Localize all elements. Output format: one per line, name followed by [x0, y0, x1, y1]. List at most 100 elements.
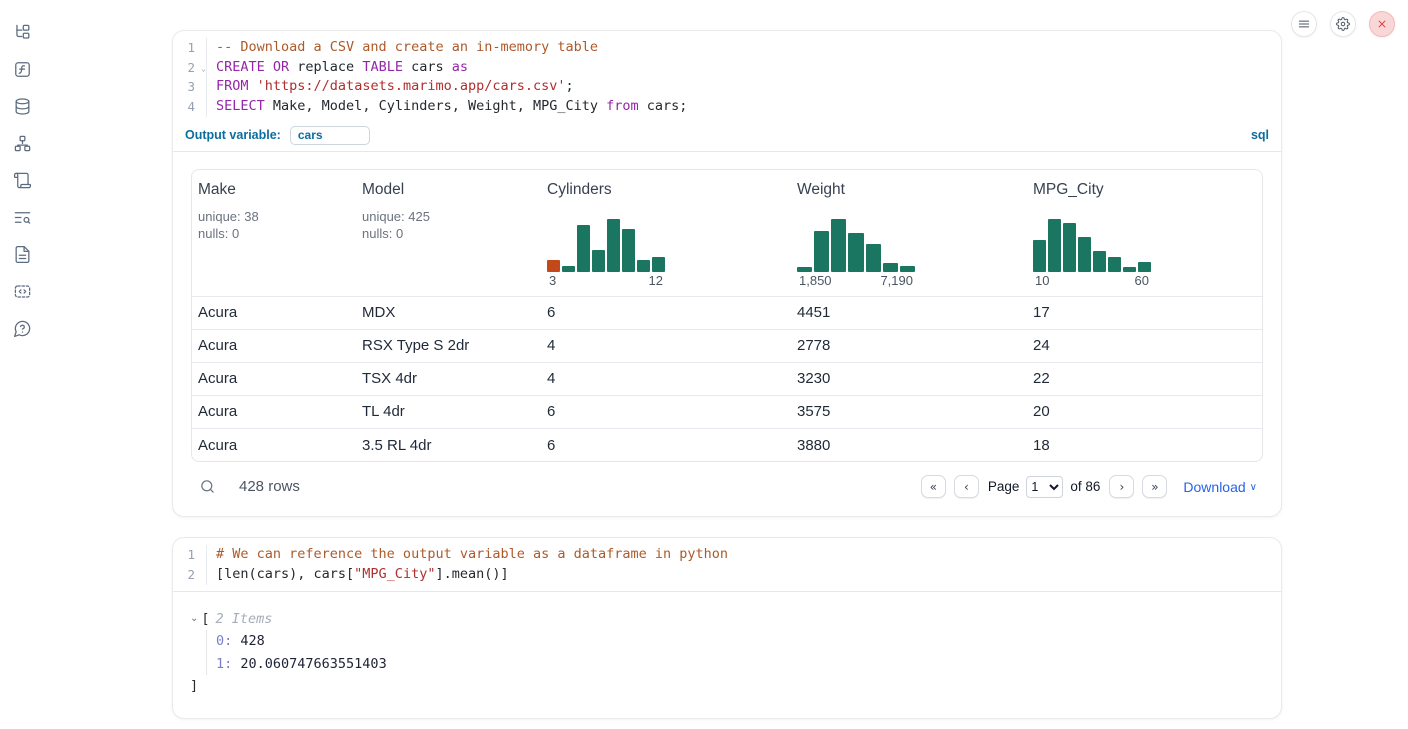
column-histogram: 1,850 7,190 — [797, 219, 915, 288]
sql-code-editor[interactable]: 1-- Download a CSV and create an in-memo… — [173, 31, 1281, 123]
code-token: TABLE — [362, 59, 403, 75]
sidebar-item-dependency-graph[interactable] — [11, 132, 33, 154]
histogram-bar — [1033, 240, 1046, 272]
sidebar-item-documentation[interactable] — [11, 243, 33, 265]
column-stat: nulls: 0 — [362, 225, 535, 242]
tree-entry: 1: 20.060747663551403 — [216, 653, 1265, 676]
menu-button[interactable] — [1291, 11, 1317, 37]
histogram-min-label: 1,850 — [799, 273, 832, 288]
settings-button[interactable] — [1330, 11, 1356, 37]
line-number: 2 — [173, 565, 207, 585]
histogram-bar — [1108, 257, 1121, 272]
code-text: # We can reference the output variable a… — [207, 545, 728, 565]
sidebar-item-help[interactable] — [11, 317, 33, 339]
column-stats: unique: 38nulls: 0 — [198, 208, 350, 242]
graph-icon — [13, 134, 32, 153]
page-select[interactable]: 1 — [1026, 476, 1063, 498]
code-line[interactable]: 2[len(cars), cars["MPG_City"].mean()] — [173, 565, 1281, 585]
column-summary: unique: 38nulls: 0 — [198, 208, 350, 288]
tree-entry-value: 428 — [232, 633, 265, 649]
download-button[interactable]: Download ∨ — [1183, 479, 1257, 495]
table-cell: Acura — [192, 329, 356, 362]
code-token: # We can reference the output variable a… — [216, 546, 728, 562]
sidebar-item-snippets[interactable] — [11, 280, 33, 302]
sidebar-item-file-explorer[interactable] — [11, 21, 33, 43]
column-stat: nulls: 0 — [198, 225, 350, 242]
page-total-label: of 86 — [1070, 479, 1100, 494]
histogram-bar — [1093, 251, 1106, 272]
sidebar-item-variables[interactable] — [11, 58, 33, 80]
histogram-bar — [562, 266, 575, 272]
column-name: MPG_City — [1033, 181, 1256, 199]
output-variable-bar: Output variable: sql — [173, 123, 1281, 152]
code-line[interactable]: 3FROM 'https://datasets.marimo.app/cars.… — [173, 77, 1281, 97]
row-count: 428 rows — [239, 478, 300, 495]
histogram-bar — [1048, 219, 1061, 272]
next-page-button[interactable]: › — [1109, 475, 1134, 498]
table-search-button[interactable] — [199, 478, 216, 495]
sql-cell-output: Makeunique: 38nulls: 0Modelunique: 425nu… — [173, 152, 1281, 517]
code-text: SELECT Make, Model, Cylinders, Weight, M… — [207, 97, 687, 117]
shutdown-button[interactable] — [1369, 11, 1395, 37]
code-line[interactable]: 2⌄CREATE OR replace TABLE cars as — [173, 58, 1281, 78]
code-snippet-icon — [13, 282, 32, 301]
search-list-icon — [13, 208, 32, 227]
data-table: Makeunique: 38nulls: 0Modelunique: 425nu… — [192, 170, 1262, 462]
table-cell: 17 — [1027, 296, 1262, 329]
histogram-max-label: 7,190 — [880, 273, 913, 288]
code-text: -- Download a CSV and create an in-memor… — [207, 38, 598, 58]
table-cell: Acura — [192, 296, 356, 329]
line-number: 1 — [173, 38, 207, 58]
column-header[interactable]: Modelunique: 425nulls: 0 — [356, 170, 541, 297]
code-line[interactable]: 1-- Download a CSV and create an in-memo… — [173, 38, 1281, 58]
column-histogram: 1060 — [1033, 219, 1151, 288]
table-cell: 4 — [541, 329, 791, 362]
first-page-button[interactable]: « — [921, 475, 946, 498]
histogram-bar — [1123, 267, 1136, 272]
histogram-bar — [797, 267, 812, 272]
prev-page-button[interactable]: ‹ — [954, 475, 979, 498]
topbar — [1291, 11, 1395, 37]
tree-open-bracket: [ — [201, 608, 209, 631]
histogram-bars — [797, 219, 915, 272]
table-cell: Acura — [192, 395, 356, 428]
fold-chevron-icon[interactable]: ⌄ — [201, 59, 206, 79]
column-header[interactable]: MPG_City 1060 — [1027, 170, 1262, 297]
table-cell: Acura — [192, 362, 356, 395]
column-stat: unique: 38 — [198, 208, 350, 225]
code-token: from — [606, 98, 639, 114]
tree-collapse-icon[interactable]: ⌄ — [190, 613, 198, 624]
column-name: Make — [198, 181, 350, 199]
last-page-button[interactable]: » — [1142, 475, 1167, 498]
sidebar-item-logs[interactable] — [11, 169, 33, 191]
output-variable-label: Output variable: — [185, 128, 281, 142]
histogram-range-labels: 1060 — [1033, 273, 1151, 288]
column-histogram: 312 — [547, 219, 665, 288]
table-cell: 3880 — [791, 428, 1027, 461]
sidebar-item-scratchpad[interactable] — [11, 206, 33, 228]
table-cell: 6 — [541, 395, 791, 428]
table-cell: 2778 — [791, 329, 1027, 362]
code-token: ].mean()] — [435, 566, 508, 582]
table-row: Acura3.5 RL 4dr6388018 — [192, 428, 1262, 461]
table-cell: 4451 — [791, 296, 1027, 329]
column-header[interactable]: Cylinders312 — [541, 170, 791, 297]
code-token — [249, 78, 257, 94]
table-cell: 3.5 RL 4dr — [356, 428, 541, 461]
histogram-bar — [814, 231, 829, 272]
table-footer: 428 rows « ‹ Page 1 of 86 › » Download ∨ — [191, 462, 1263, 504]
code-text: CREATE OR replace TABLE cars as — [207, 58, 468, 78]
column-header[interactable]: Make unique: 38nulls: 0 — [192, 170, 356, 297]
code-token: Make, Model, Cylinders, Weight, MPG_City — [265, 98, 606, 114]
language-badge: sql — [1251, 128, 1269, 142]
python-cell-output: ⌄ [ 2 Items 0: 4281: 20.060747663551403 … — [173, 592, 1281, 718]
output-variable-input[interactable] — [290, 126, 370, 145]
column-header[interactable]: Weight 1,850 7,190 — [791, 170, 1027, 297]
python-code-editor[interactable]: 1# We can reference the output variable … — [173, 538, 1281, 590]
column-name: Weight — [797, 181, 1021, 199]
code-line[interactable]: 1# We can reference the output variable … — [173, 545, 1281, 565]
histogram-bar — [622, 229, 635, 272]
sidebar-item-data-sources[interactable] — [11, 95, 33, 117]
histogram-range-labels: 312 — [547, 273, 665, 288]
code-line[interactable]: 4SELECT Make, Model, Cylinders, Weight, … — [173, 97, 1281, 117]
